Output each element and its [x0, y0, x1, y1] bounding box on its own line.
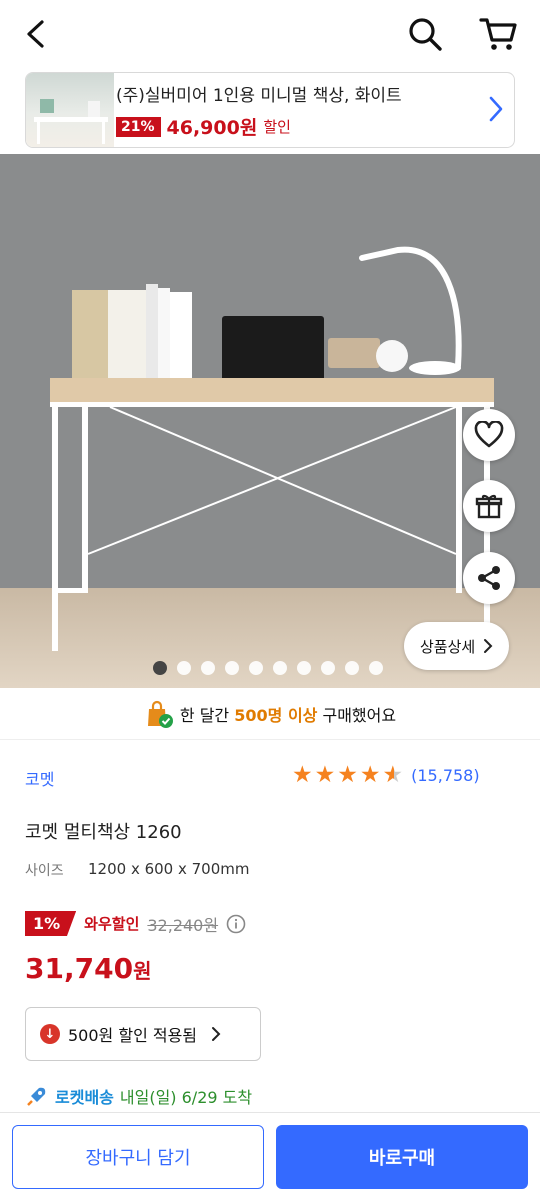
carousel-dot[interactable] [225, 661, 239, 675]
heart-icon [474, 421, 504, 448]
wishlist-button[interactable] [463, 409, 515, 461]
info-icon[interactable] [226, 914, 246, 934]
half-star-icon: ★ [382, 762, 404, 788]
down-arrow-icon: ↓ [40, 1024, 60, 1044]
cart-button[interactable] [476, 12, 520, 56]
delivery-date: 내일(일) 6/29 도착 [119, 1088, 253, 1107]
bottom-action-bar: 장바구니 담기 바로구매 [0, 1112, 540, 1201]
chevron-right-icon [212, 1027, 221, 1041]
star-icon: ★ [314, 762, 336, 788]
product-detail-button[interactable]: 상품상세 [404, 622, 510, 670]
cart-icon [479, 18, 517, 50]
coupon-applied-button[interactable]: ↓ 500원 할인 적용됨 [25, 1007, 261, 1061]
purchase-count-suffix: 구매했어요 [317, 705, 397, 725]
gift-icon [475, 494, 503, 519]
coupon-label: 500원 할인 적용됨 [68, 1026, 198, 1045]
top-bar [0, 0, 540, 70]
wow-discount-label: 와우할인 [84, 915, 140, 933]
back-button[interactable] [14, 12, 58, 56]
discount-row: 1% 와우할인 32,240원 [25, 911, 246, 936]
rating[interactable]: ★ ★ ★ ★ ★ (15,758) [292, 764, 480, 787]
carousel-dot[interactable] [249, 661, 263, 675]
delivery-type: 로켓배송 [55, 1088, 114, 1107]
purchase-count-prefix: 한 달간 [179, 705, 235, 725]
purchase-count-highlight: 500명 이상 [234, 705, 318, 725]
product-image [50, 246, 494, 651]
star-icon: ★ [337, 762, 358, 788]
product-title: 코멧 멀티책상 1260 [25, 822, 182, 843]
carousel-dot[interactable] [177, 661, 191, 675]
product-detail-label: 상품상세 [420, 637, 476, 656]
related-sale-label: 할인 [263, 118, 291, 136]
carousel-dot[interactable] [345, 661, 359, 675]
size-label: 사이즈 [25, 863, 64, 879]
related-product-price-row: 21% 46,900원 할인 [116, 113, 291, 140]
gift-button[interactable] [463, 480, 515, 532]
search-button[interactable] [403, 12, 447, 56]
star-icon: ★ [359, 762, 381, 788]
final-price-value: 31,740 [25, 952, 134, 985]
carousel-indicator [153, 661, 383, 675]
final-price-unit: 원 [133, 959, 152, 983]
discount-badge: 1% [25, 911, 77, 936]
related-product-banner[interactable]: (주)실버미어 1인용 미니멀 책상, 화이트 21% 46,900원 할인 [25, 72, 515, 148]
size-value: 1200 x 600 x 700mm [88, 860, 250, 878]
carousel-dot[interactable] [201, 661, 215, 675]
chevron-right-icon [484, 639, 493, 653]
original-price: 32,240원 [147, 915, 219, 935]
shopping-bag-check-icon [147, 700, 173, 728]
chevron-right-icon [489, 96, 503, 122]
related-product-thumbnail [26, 73, 114, 147]
review-count[interactable]: (15,758) [411, 766, 479, 785]
share-icon [478, 566, 500, 590]
carousel-dot[interactable] [297, 661, 311, 675]
search-icon [409, 18, 442, 51]
share-button[interactable] [463, 552, 515, 604]
related-discount-badge: 21% [116, 116, 161, 137]
carousel-dot[interactable] [273, 661, 287, 675]
star-icon: ★ [292, 762, 313, 788]
related-product-price: 46,900원 [166, 117, 258, 139]
related-product-title: (주)실버미어 1인용 미니멀 책상, 화이트 [116, 86, 402, 106]
carousel-dot[interactable] [153, 661, 167, 675]
carousel-dot[interactable] [369, 661, 383, 675]
add-to-cart-button[interactable]: 장바구니 담기 [12, 1125, 264, 1189]
rocket-icon [27, 1087, 46, 1106]
product-image-carousel[interactable]: 상품상세 [0, 154, 540, 688]
delivery-info: 로켓배송 내일(일) 6/29 도착 [25, 1084, 252, 1108]
purchase-count-banner: 한 달간 500명 이상 구매했어요 [0, 688, 540, 740]
back-arrow-icon [27, 20, 44, 48]
brand-link[interactable]: 코멧 [25, 766, 54, 790]
carousel-dot[interactable] [321, 661, 335, 675]
final-price: 31,740원 [25, 952, 151, 985]
buy-now-button[interactable]: 바로구매 [276, 1125, 528, 1189]
